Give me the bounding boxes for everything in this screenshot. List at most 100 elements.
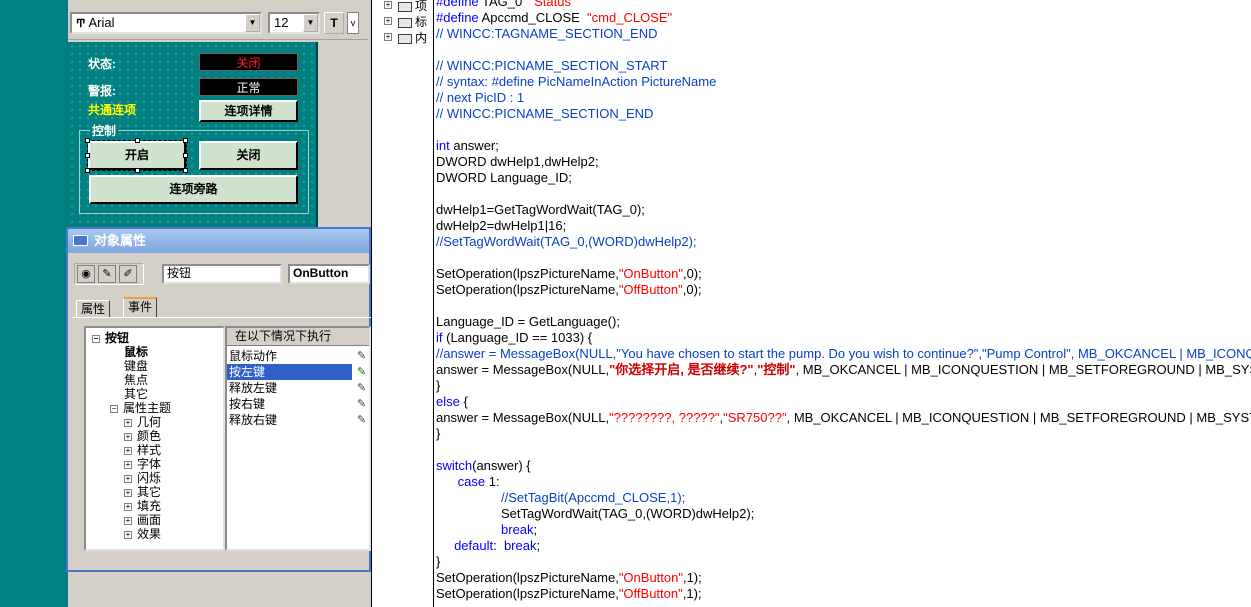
tree-item[interactable]: 键盘 (92, 359, 223, 373)
expand-icon[interactable]: + (124, 502, 132, 511)
font-type-icon: Ͳ (76, 18, 86, 30)
code-token: default (454, 538, 494, 553)
event-item-label: 按左键 (229, 365, 266, 379)
code-line: else { (436, 394, 1251, 410)
tree-item-label: 闪烁 (137, 471, 162, 485)
code-line: case 1: (436, 474, 1251, 490)
code-line: switch(answer) { (436, 458, 1251, 474)
tree-item-label: 按钮 (105, 331, 130, 345)
object-name-field[interactable]: OnButton (288, 264, 370, 284)
expand-icon[interactable]: + (124, 460, 132, 469)
status-display[interactable]: 关闭 (199, 53, 298, 71)
collapse-icon[interactable]: − (92, 334, 100, 343)
code-line: SetTagWordWait(TAG_0,(WORD)dwHelp2); (436, 506, 1251, 522)
event-item[interactable]: 释放左键 ✎ (227, 380, 369, 396)
interlock-bypass-button[interactable]: 连项旁路 (89, 175, 298, 204)
interlock-details-button[interactable]: 连项详情 (199, 100, 298, 122)
event-item[interactable]: 鼠标动作 ✎ (227, 348, 369, 364)
events-list: 鼠标动作 ✎ 按左键 ✎ 释放左键 ✎ 按右键 ✎ 释放右键 ✎ (227, 348, 369, 428)
pin-icon[interactable]: ◉ (77, 265, 95, 283)
tab-properties[interactable]: 属性 (76, 300, 111, 318)
tree-item-label: 其它 (124, 387, 149, 401)
chevron-down-icon[interactable]: ▼ (303, 14, 318, 32)
expand-icon[interactable]: + (124, 530, 132, 539)
paste-format-icon[interactable]: ✐ (119, 265, 137, 283)
tree-item[interactable]: + 填充 (92, 499, 223, 513)
tree-item[interactable]: + 画面 (92, 513, 223, 527)
events-panel[interactable]: 在以下情况下执行 鼠标动作 ✎ 按左键 ✎ 释放左键 ✎ 按右键 ✎ 释放右键 ✎ (225, 326, 371, 551)
code-token: "OffButton" (618, 282, 683, 297)
code-token: DWORD Language_ID; (436, 170, 572, 185)
code-token: } (436, 554, 441, 569)
expand-icon[interactable]: + (124, 474, 132, 483)
code-editor[interactable]: #define TAG_0 "Status" #define Apccmd_CLO… (433, 0, 1251, 607)
code-token: int (436, 138, 454, 153)
code-token: answer; (453, 138, 499, 153)
pencil-icon[interactable]: ✎ (357, 396, 366, 412)
code-token: SetOperation(lpszPictureName, (436, 282, 619, 297)
tree-item[interactable]: − 属性主题 (92, 401, 223, 415)
text-color-dropdown-icon[interactable]: v (347, 12, 359, 34)
tree-item[interactable]: + 闪烁 (92, 471, 223, 485)
chevron-down-icon[interactable]: ▼ (245, 14, 260, 32)
code-token: , MB_OKCANCEL | MB_ICONQUESTION | MB_SET… (786, 410, 1251, 425)
tree-item[interactable]: + 样式 (92, 443, 223, 457)
code-text[interactable]: #define TAG_0 "Status" #define Apccmd_CLO… (436, 0, 1251, 602)
folder-icon (398, 1, 412, 12)
open-button[interactable]: 开启 (87, 140, 187, 171)
object-tree[interactable]: − 按钮 鼠标 键盘 焦点 其它 − 属性主题 + 几何 + 颜色 + 样式 + 字体 + 闪烁 + 其它 + 填充 + 画面… (84, 326, 225, 551)
tab-events[interactable]: 事件 (123, 297, 158, 318)
code-token: SetOperation(lpszPictureName, (436, 570, 619, 585)
code-token: ; (533, 522, 538, 537)
tree-item-label: 画面 (137, 513, 162, 527)
code-tree-item[interactable]: + 内 (384, 30, 427, 46)
pencil-icon[interactable]: ✎ (357, 412, 366, 428)
tree-item[interactable]: 鼠标 (92, 345, 223, 359)
code-line: // next PicID : 1 (436, 90, 1251, 106)
expand-icon[interactable]: + (124, 432, 132, 441)
tree-item[interactable]: + 几何 (92, 415, 223, 429)
tree-item[interactable]: − 按钮 (92, 331, 223, 345)
code-token: #define (436, 10, 482, 25)
code-token: #define (436, 0, 483, 9)
event-item[interactable]: 按左键 ✎ (227, 364, 366, 380)
font-size-combo[interactable]: 12 ▼ (268, 12, 320, 34)
pencil-icon[interactable]: ✎ (357, 348, 366, 364)
folder-icon (398, 33, 412, 44)
expand-icon[interactable]: + (384, 17, 392, 25)
tree-item[interactable]: + 其它 (92, 485, 223, 499)
code-token: Language_ID = GetLanguage(); (436, 314, 620, 329)
code-tree-item[interactable]: + 项 (384, 0, 427, 14)
copy-format-icon[interactable]: ✎ (98, 265, 116, 283)
pencil-icon[interactable]: ✎ (357, 380, 366, 396)
tree-item[interactable]: + 效果 (92, 527, 223, 541)
expand-icon[interactable]: + (384, 1, 392, 9)
expand-icon[interactable]: + (124, 488, 132, 497)
expand-icon[interactable]: + (124, 418, 132, 427)
code-tree[interactable]: + 项 + 标 + 内 (372, 0, 432, 50)
alarm-display[interactable]: 正常 (199, 78, 298, 96)
code-line: //SetTagWordWait(TAG_0,(WORD)dwHelp2); (436, 234, 1251, 250)
tree-item[interactable]: + 颜色 (92, 429, 223, 443)
event-item[interactable]: 释放右键 ✎ (227, 412, 369, 428)
code-token: SetOperation(lpszPictureName, (436, 586, 619, 601)
picture-canvas[interactable]: 状态: 关闭 警报: 正常 共通连项 连项详情 控制 开启 关闭 连项旁路 (68, 42, 318, 228)
collapse-icon[interactable]: − (110, 404, 118, 413)
tree-item[interactable]: 其它 (92, 387, 223, 401)
tree-item[interactable]: 焦点 (92, 373, 223, 387)
code-tree-item[interactable]: + 标 (384, 14, 427, 30)
code-line: dwHelp1=GetTagWordWait(TAG_0); (436, 202, 1251, 218)
expand-icon[interactable]: + (384, 33, 392, 41)
code-token: "????????, ?????" (609, 410, 720, 425)
font-name-combo[interactable]: Ͳ Arial ▼ (70, 12, 262, 34)
expand-icon[interactable]: + (124, 516, 132, 525)
tree-item[interactable]: + 字体 (92, 457, 223, 471)
expand-icon[interactable]: + (124, 446, 132, 455)
action-assigned-icon[interactable]: ✎ (357, 364, 366, 380)
code-token: ,1); (682, 586, 702, 601)
text-color-button[interactable]: T (324, 12, 344, 34)
code-token: (answer) { (472, 458, 531, 473)
event-item[interactable]: 按右键 ✎ (227, 396, 369, 412)
close-button[interactable]: 关闭 (199, 141, 298, 170)
